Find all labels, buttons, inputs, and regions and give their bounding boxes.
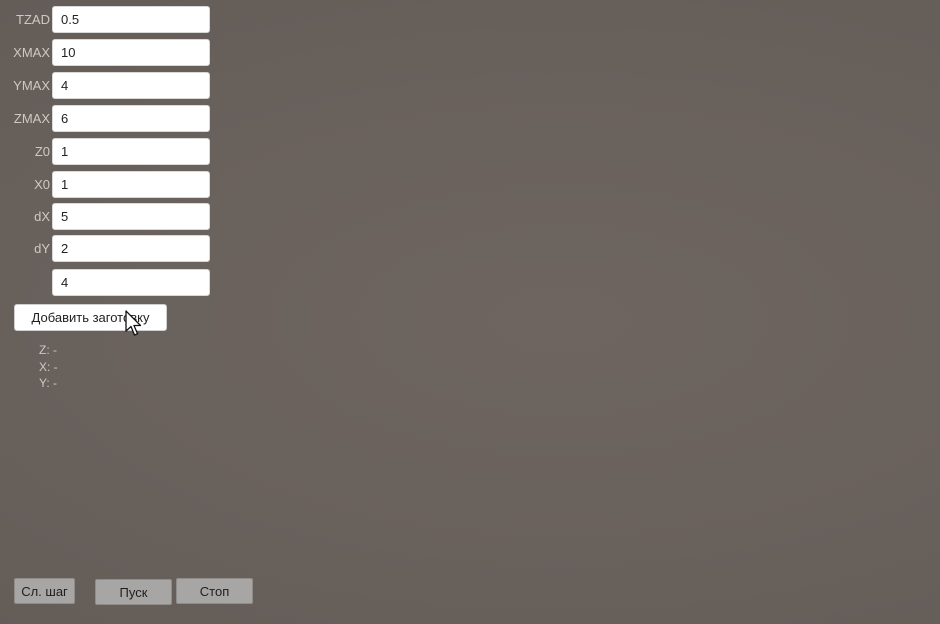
- field-row-unlabeled: [0, 269, 220, 296]
- field-row-ymax: YMAX: [0, 72, 220, 99]
- field-row-x0: X0: [0, 171, 220, 198]
- tzad-input[interactable]: [52, 6, 210, 33]
- dx-input[interactable]: [52, 203, 210, 230]
- field-label-z0: Z0: [34, 144, 50, 159]
- field-label-dx: dX: [34, 209, 50, 224]
- field-label-xmax: XMAX: [13, 45, 50, 60]
- coord-y-readout: Y: -: [39, 376, 58, 390]
- field-row-zmax: ZMAX: [0, 105, 220, 132]
- xmax-input[interactable]: [52, 39, 210, 66]
- next-step-button[interactable]: Сл. шаг: [14, 578, 75, 604]
- field-row-dx: dX: [0, 203, 220, 230]
- add-blank-button[interactable]: Добавить заготовку: [14, 304, 167, 331]
- x0-input[interactable]: [52, 171, 210, 198]
- field-label-tzad: TZAD: [16, 12, 50, 27]
- field-label-dy: dY: [34, 241, 50, 256]
- coord-x-readout: X: -: [39, 360, 58, 374]
- field-label-ymax: YMAX: [13, 78, 50, 93]
- ymax-input[interactable]: [52, 72, 210, 99]
- field-label-zmax: ZMAX: [13, 111, 50, 126]
- unlabeled-input[interactable]: [52, 269, 210, 296]
- start-button[interactable]: Пуск: [95, 579, 172, 605]
- field-row-xmax: XMAX: [0, 39, 220, 66]
- coord-z-readout: Z: -: [39, 343, 57, 357]
- field-row-z0: Z0: [0, 138, 220, 165]
- stop-button[interactable]: Стоп: [176, 578, 253, 604]
- dy-input[interactable]: [52, 235, 210, 262]
- field-row-tzad: TZAD: [0, 6, 220, 33]
- z0-input[interactable]: [52, 138, 210, 165]
- field-row-dy: dY: [0, 235, 220, 262]
- field-label-x0: X0: [34, 177, 50, 192]
- zmax-input[interactable]: [52, 105, 210, 132]
